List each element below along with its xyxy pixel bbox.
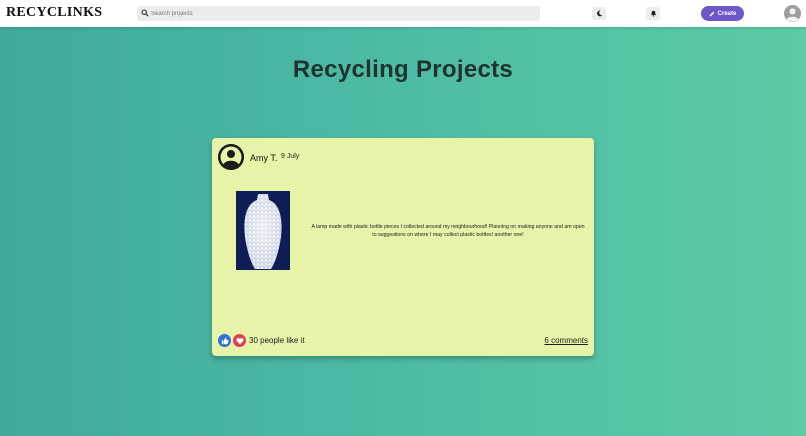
user-avatar-icon	[784, 5, 801, 22]
author-avatar[interactable]	[218, 144, 244, 170]
user-avatar-icon	[218, 144, 244, 170]
search-icon	[141, 9, 149, 17]
notifications-button[interactable]	[646, 7, 660, 20]
project-post-card: Amy T. 9 July A lamp made with plastic b…	[212, 138, 594, 356]
love-button[interactable]	[233, 334, 246, 347]
search-bar[interactable]	[137, 6, 540, 21]
create-button[interactable]: Create	[701, 6, 744, 21]
like-button[interactable]	[218, 334, 231, 347]
create-button-label: Create	[717, 10, 737, 17]
bell-icon	[650, 10, 656, 17]
post-image[interactable]	[236, 191, 290, 270]
heart-icon	[235, 337, 244, 344]
post-date: 9 July	[281, 153, 300, 160]
site-logo[interactable]: RECYCLINKS	[6, 5, 102, 21]
profile-avatar[interactable]	[784, 5, 801, 22]
comments-link[interactable]: 6 comments	[544, 336, 588, 345]
search-input[interactable]	[151, 6, 536, 21]
top-navigation-bar: RECYCLINKS Create	[0, 0, 806, 27]
thumbs-up-icon	[221, 337, 228, 344]
theme-toggle-button[interactable]	[592, 7, 606, 20]
page-title: Recycling Projects	[292, 56, 514, 83]
post-author[interactable]: Amy T.	[250, 153, 277, 163]
post-description: A lamp made with plastic bottle pieces I…	[311, 224, 585, 238]
likes-count: 30 people like it	[249, 336, 305, 345]
pencil-icon	[709, 11, 714, 16]
lamp-photo	[236, 191, 290, 270]
moon-icon	[596, 10, 602, 17]
